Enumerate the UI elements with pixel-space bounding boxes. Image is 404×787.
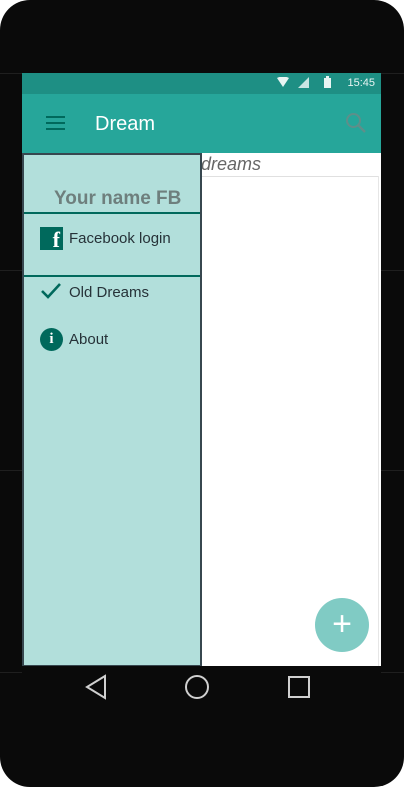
info-icon: i — [40, 328, 63, 351]
facebook-section: f Facebook login — [24, 214, 200, 277]
app-bar: Dream — [22, 94, 381, 153]
bezel-line — [381, 270, 404, 271]
bezel-line — [0, 672, 22, 673]
search-icon[interactable] — [345, 112, 367, 139]
drawer-header: Your name FB — [24, 155, 200, 214]
app-title: Dream — [95, 113, 156, 135]
back-icon[interactable] — [84, 673, 108, 706]
drawer-item-label: Facebook login — [69, 230, 171, 247]
content-edge — [378, 176, 379, 666]
bezel-line — [0, 270, 22, 271]
menu-icon[interactable] — [46, 115, 68, 133]
plus-icon: + — [332, 605, 352, 643]
drawer-item-about[interactable]: i About — [40, 328, 200, 354]
facebook-icon: f — [40, 227, 63, 252]
add-dream-button[interactable]: + — [315, 598, 369, 652]
bezel-line — [0, 470, 22, 471]
bezel-line — [381, 73, 404, 74]
user-name: Your name FB — [54, 188, 182, 209]
status-bar: 15:45 — [22, 73, 381, 94]
signal-icon — [298, 77, 309, 91]
drawer-item-old-dreams[interactable]: Old Dreams — [40, 281, 200, 307]
navigation-drawer: Your name FB f Facebook login Old Dreams… — [22, 153, 202, 666]
bezel-line — [381, 470, 404, 471]
system-nav-bar — [22, 666, 381, 712]
home-icon[interactable] — [183, 673, 211, 706]
drawer-item-label: About — [69, 331, 109, 348]
content-divider — [200, 176, 378, 177]
recents-icon[interactable] — [286, 673, 312, 706]
wifi-icon — [277, 76, 289, 91]
status-time: 15:45 — [347, 77, 375, 89]
drawer-item-facebook-login[interactable]: f Facebook login — [40, 227, 200, 253]
bezel-line — [381, 672, 404, 673]
battery-icon — [324, 76, 331, 91]
checkmark-icon — [40, 281, 62, 306]
bezel-line — [0, 73, 22, 74]
app-screen: 15:45 Dream ur dreams + Your name FB f F… — [22, 73, 381, 666]
drawer-item-label: Old Dreams — [69, 284, 150, 301]
phone-frame: 15:45 Dream ur dreams + Your name FB f F… — [0, 0, 404, 787]
